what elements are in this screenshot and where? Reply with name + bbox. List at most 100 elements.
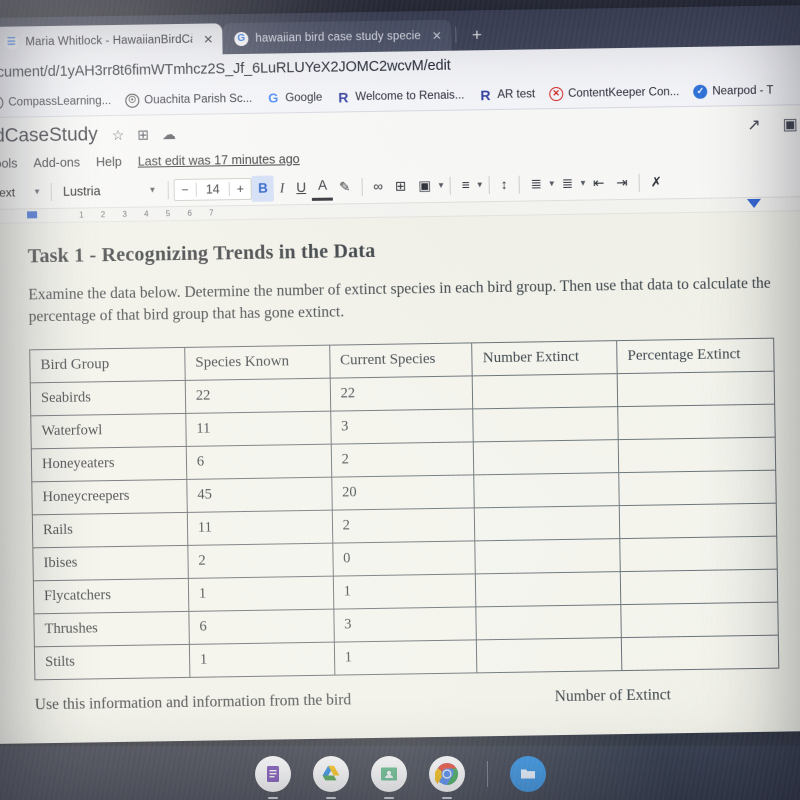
cell-bird-group[interactable]: Seabirds — [30, 380, 186, 416]
insert-link-icon[interactable]: ∞ — [367, 173, 389, 199]
cell-current-species[interactable]: 2 — [330, 441, 475, 478]
bookmark-contentkeeper[interactable]: ✕ ContentKeeper Con... — [549, 85, 679, 101]
bullet-list-icon[interactable]: ≣ — [556, 170, 580, 196]
cell-number-extinct[interactable] — [474, 505, 620, 541]
cell-species-known[interactable]: 45 — [186, 477, 332, 513]
align-icon[interactable]: ≡ — [456, 172, 476, 198]
bookmark-compasslearning[interactable]: CompassLearning... — [0, 94, 111, 110]
cell-number-extinct[interactable] — [475, 571, 621, 607]
google-drive-app[interactable] — [312, 756, 349, 792]
left-indent-marker[interactable] — [27, 211, 38, 219]
cell-current-species[interactable]: 2 — [331, 507, 476, 544]
cell-current-species[interactable]: 20 — [331, 474, 475, 511]
close-icon[interactable]: ✕ — [432, 28, 442, 42]
cell-current-species[interactable]: 0 — [332, 540, 476, 577]
new-tab-button[interactable]: + — [460, 25, 494, 51]
cell-species-known[interactable]: 22 — [185, 378, 331, 414]
cell-species-known[interactable]: 1 — [188, 576, 334, 612]
cell-percentage-extinct[interactable] — [617, 404, 776, 440]
cell-bird-group[interactable]: Rails — [32, 512, 188, 548]
document-page[interactable]: Task 1 - Recognizing Trends in the Data … — [0, 210, 800, 744]
cell-number-extinct[interactable] — [476, 637, 622, 673]
chevron-down-icon[interactable]: ▼ — [548, 179, 556, 188]
document-title[interactable]: rdCaseStudy — [0, 124, 98, 148]
cell-bird-group[interactable]: Waterfowl — [30, 413, 187, 449]
browser-tab-active[interactable]: ☰ Maria Whitlock - HawaiianBirdCà ✕ — [0, 23, 223, 58]
cell-number-extinct[interactable] — [473, 406, 619, 442]
bookmark-renaissance[interactable]: R Welcome to Renais... — [336, 88, 464, 105]
cell-current-species[interactable]: 1 — [332, 573, 477, 610]
cell-number-extinct[interactable] — [476, 604, 622, 640]
paragraph-style-dropdown[interactable]: text ▼ — [0, 185, 46, 200]
increase-indent-icon[interactable]: ⇥ — [610, 169, 634, 195]
cell-percentage-extinct[interactable] — [620, 569, 778, 605]
cell-percentage-extinct[interactable] — [618, 470, 777, 506]
cell-bird-group[interactable]: Flycatchers — [33, 578, 189, 614]
chevron-down-icon[interactable]: ▼ — [579, 179, 587, 188]
line-spacing-icon[interactable]: ↕ — [495, 171, 514, 197]
text-color-button[interactable]: A — [311, 174, 334, 201]
cell-percentage-extinct[interactable] — [621, 635, 779, 671]
cell-percentage-extinct[interactable] — [619, 503, 777, 539]
insert-image-icon[interactable]: ▣ — [412, 172, 437, 198]
files-app[interactable] — [509, 756, 546, 792]
bold-button[interactable]: B — [251, 175, 275, 202]
activity-trend-icon[interactable]: ↗ — [747, 115, 761, 135]
font-size-stepper[interactable]: − 14 + — [173, 177, 253, 201]
cell-number-extinct[interactable] — [473, 439, 619, 475]
bookmark-nearpod[interactable]: ✓ Nearpod - T — [693, 83, 774, 99]
decrease-font-size-button[interactable]: − — [174, 182, 196, 196]
cell-bird-group[interactable]: Thrushes — [33, 611, 190, 647]
underline-button[interactable]: U — [290, 174, 312, 200]
font-size-input[interactable]: 14 — [195, 181, 230, 197]
add-comment-icon[interactable]: ⊞ — [389, 173, 413, 199]
cell-species-known[interactable]: 6 — [188, 609, 334, 645]
decrease-indent-icon[interactable]: ⇤ — [587, 170, 611, 196]
cell-number-extinct[interactable] — [474, 472, 620, 508]
google-docs-app[interactable] — [254, 756, 291, 792]
last-edit-status[interactable]: Last edit was 17 minutes ago — [138, 152, 300, 169]
bookmark-google[interactable]: G Google — [266, 90, 322, 105]
cell-percentage-extinct[interactable] — [620, 602, 779, 638]
cell-percentage-extinct[interactable] — [618, 437, 776, 473]
google-classroom-app[interactable] — [370, 756, 407, 792]
menu-add-ons[interactable]: Add-ons — [33, 156, 80, 171]
move-to-folder-icon[interactable]: ⊞ — [137, 126, 149, 143]
bird-data-table[interactable]: Bird Group Species Known Current Species… — [29, 337, 780, 681]
cell-species-known[interactable]: 6 — [186, 444, 332, 480]
google-chrome-app[interactable] — [428, 756, 465, 792]
cell-bird-group[interactable]: Honeyeaters — [31, 446, 187, 482]
bookmark-ouachita-parish[interactable]: ☉ Ouachita Parish Sc... — [125, 91, 252, 108]
close-icon[interactable]: ✕ — [203, 32, 213, 46]
menu-tools[interactable]: Tools — [0, 157, 18, 171]
increase-font-size-button[interactable]: + — [230, 181, 252, 195]
cell-current-species[interactable]: 3 — [330, 408, 474, 445]
cell-percentage-extinct[interactable] — [619, 536, 778, 572]
cell-number-extinct[interactable] — [472, 373, 618, 409]
italic-button[interactable]: I — [274, 175, 291, 201]
numbered-list-icon[interactable]: ≣ — [524, 171, 548, 197]
chevron-down-icon[interactable]: ▼ — [437, 181, 445, 190]
menu-help[interactable]: Help — [96, 155, 122, 169]
bookmark-ar-test[interactable]: R AR test — [478, 87, 535, 103]
comment-icon[interactable]: ▣ — [782, 114, 798, 134]
cloud-saved-icon[interactable]: ☁ — [162, 126, 176, 143]
cell-bird-group[interactable]: Ibises — [32, 545, 189, 581]
cell-species-known[interactable]: 2 — [187, 543, 333, 579]
chevron-down-icon[interactable]: ▼ — [476, 180, 484, 189]
cell-species-known[interactable]: 11 — [185, 411, 331, 447]
cell-species-known[interactable]: 11 — [187, 510, 333, 546]
cell-species-known[interactable]: 1 — [189, 642, 335, 678]
right-indent-marker[interactable] — [746, 198, 762, 209]
cell-current-species[interactable]: 22 — [329, 375, 474, 412]
cell-bird-group[interactable]: Honeycreepers — [31, 479, 188, 515]
star-icon[interactable]: ☆ — [112, 126, 125, 143]
cell-bird-group[interactable]: Stilts — [34, 644, 190, 680]
clear-formatting-icon[interactable]: ✗ — [644, 169, 668, 195]
cell-number-extinct[interactable] — [475, 538, 621, 574]
cell-percentage-extinct[interactable] — [617, 371, 775, 407]
browser-tab-inactive[interactable]: G hawaiian bird case study specie ✕ — [222, 19, 452, 55]
cell-current-species[interactable]: 1 — [333, 639, 478, 676]
cell-current-species[interactable]: 3 — [333, 606, 477, 643]
font-family-dropdown[interactable]: Lustria ▼ — [57, 183, 163, 199]
